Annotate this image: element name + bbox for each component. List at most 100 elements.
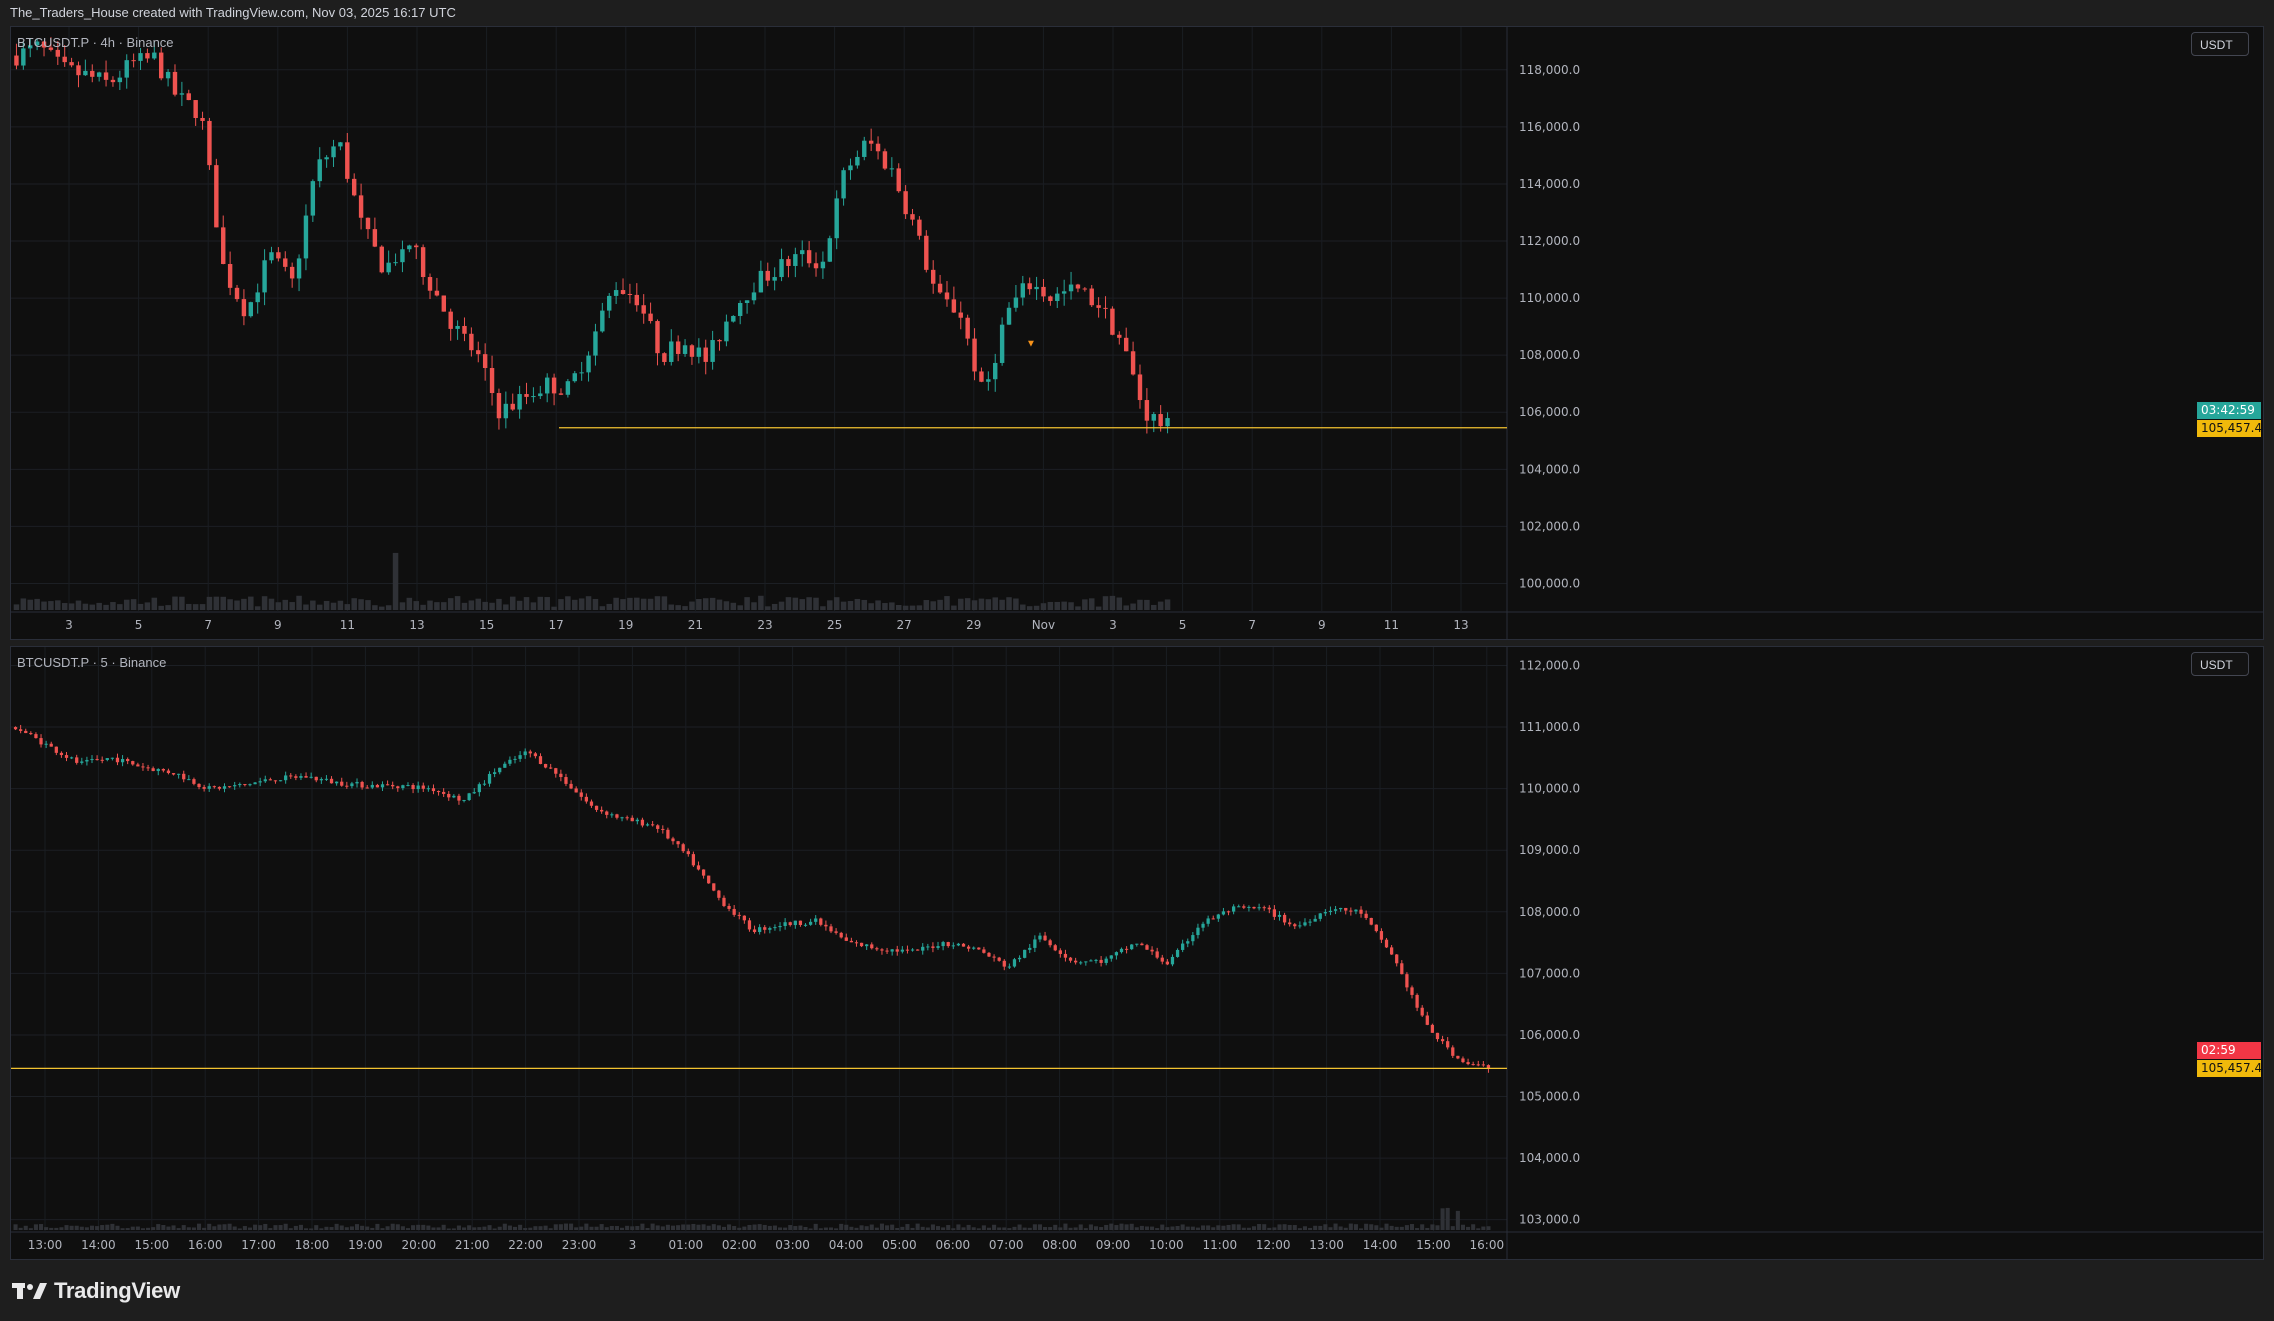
candle-body <box>62 56 67 63</box>
volume-bar <box>1075 606 1081 610</box>
volume-bar <box>1088 598 1095 610</box>
candle-body <box>248 302 254 317</box>
candle-body <box>1242 906 1246 908</box>
candle-body <box>880 949 884 951</box>
candle-body <box>294 776 298 778</box>
volume-bar <box>349 1226 354 1230</box>
volume-bar <box>1129 1223 1134 1230</box>
volume-bar <box>1017 1224 1022 1230</box>
volume-bar <box>420 604 426 610</box>
volume-bar <box>186 603 192 610</box>
candlestick-chart-4h[interactable]: 118,000.0 116,000.0 114,000.0 112,000.0 110,… <box>11 27 2263 639</box>
candle-body <box>961 943 966 947</box>
candle-body <box>386 262 391 273</box>
volume-bar <box>765 606 771 610</box>
candle-body <box>96 72 102 77</box>
candle-body <box>345 785 349 787</box>
volume-bar <box>783 1227 788 1230</box>
candle-body <box>1384 939 1389 948</box>
candle-body <box>772 277 777 281</box>
candle-body <box>365 787 369 789</box>
candle-body <box>263 779 267 782</box>
candle-body <box>335 781 339 784</box>
volume-bar <box>592 598 599 610</box>
volume-bar <box>558 1224 563 1230</box>
candle-body <box>972 947 976 949</box>
x-axis-label: 27 <box>897 618 912 632</box>
volume-bar <box>864 1226 869 1230</box>
candle-body <box>671 838 675 842</box>
candle-body <box>1405 974 1409 988</box>
candle-body <box>329 778 334 784</box>
candle-body <box>355 781 359 784</box>
volume-bar <box>650 1223 655 1230</box>
volume-bar <box>304 1228 309 1230</box>
volume-bar <box>360 1225 365 1230</box>
candle-body <box>85 759 89 762</box>
candle-body <box>788 922 792 926</box>
candle-body <box>956 943 961 946</box>
volume-bar <box>181 1225 186 1230</box>
volume-bar <box>537 596 544 610</box>
volume-bar <box>447 598 454 610</box>
symbol-title[interactable]: BTCUSDT.P · 5 · Binance <box>17 655 166 670</box>
candle-body <box>650 824 655 826</box>
volume-bar <box>813 597 819 610</box>
volume-bar <box>875 600 881 610</box>
candle-body <box>895 949 899 952</box>
candle-body <box>141 766 145 768</box>
candle-body <box>1400 963 1404 975</box>
currency-unit-selector[interactable]: USDT <box>2191 32 2249 56</box>
volume-bar <box>489 602 495 610</box>
candle-body <box>100 759 104 761</box>
volume-bar <box>964 598 971 610</box>
candle-body <box>1034 286 1039 290</box>
candle-body <box>707 875 711 884</box>
volume-bar <box>89 604 96 610</box>
y-axis-label: 110,000.0 <box>1519 782 1580 796</box>
candle-body <box>1104 958 1108 963</box>
tradingview-logo[interactable]: TradingView <box>12 1276 180 1306</box>
y-axis-label: 112,000.0 <box>1519 658 1580 672</box>
candle-body <box>138 53 143 61</box>
volume-bar <box>161 1224 166 1230</box>
candle-body <box>110 79 116 83</box>
volume-bar <box>74 1225 79 1230</box>
x-axis-label: 19:00 <box>348 1238 383 1252</box>
volume-bar <box>1399 1226 1404 1230</box>
candle-body <box>365 217 371 230</box>
volume-bar <box>675 605 681 610</box>
bar-countdown-tag: 03:42:59 <box>2197 401 2261 419</box>
volume-bar <box>1095 606 1102 610</box>
symbol-title[interactable]: BTCUSDT.P · 4h · Binance <box>17 35 174 50</box>
chart-pane-4h[interactable]: 118,000.0 116,000.0 114,000.0 112,000.0 110,… <box>10 26 2264 640</box>
candle-body <box>69 757 74 759</box>
candlestick-chart-5m[interactable]: 112,000.0 111,000.0 110,000.0 109,000.0 108,… <box>11 647 2263 1259</box>
candle-body <box>1165 961 1169 965</box>
volume-bar <box>258 1225 263 1230</box>
volume-bar <box>1102 596 1109 610</box>
candle-body <box>696 865 701 870</box>
volume-bar <box>992 1224 997 1230</box>
candle-body <box>1395 954 1399 964</box>
candle-body <box>544 377 550 394</box>
currency-unit-selector[interactable]: USDT <box>2191 652 2249 676</box>
volume-bar <box>20 598 27 610</box>
candle-body <box>1099 959 1103 963</box>
candle-body <box>391 784 395 787</box>
volume-bar <box>1328 1227 1333 1230</box>
volume-bar <box>192 604 199 610</box>
candle-body <box>1247 906 1251 908</box>
candle-body <box>1144 400 1150 421</box>
volume-bar <box>1040 603 1047 610</box>
event-marker-icon[interactable]: ▼ <box>1026 339 1036 350</box>
volume-bar <box>818 1228 823 1230</box>
volume-bar <box>69 1225 74 1230</box>
volume-bar <box>49 1227 54 1230</box>
volume-bar <box>475 598 482 610</box>
volume-bar <box>915 1223 920 1230</box>
volume-bar <box>100 1225 105 1230</box>
chart-pane-5m[interactable]: 112,000.0 111,000.0 110,000.0 109,000.0 108,… <box>10 646 2264 1260</box>
volume-bar <box>619 1227 625 1230</box>
candle-body <box>358 195 364 218</box>
